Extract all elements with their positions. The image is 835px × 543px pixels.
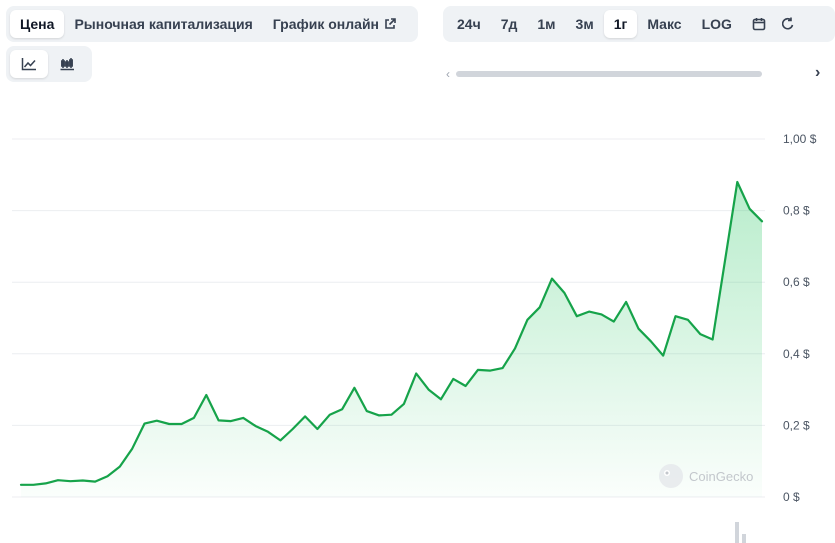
y-tick-label: 1,00 $: [783, 132, 817, 146]
chart-scrollbar[interactable]: ‹: [446, 66, 764, 82]
range-1y[interactable]: 1г: [603, 10, 638, 38]
range-3m[interactable]: 3м: [566, 10, 604, 38]
external-link-icon: [384, 18, 396, 30]
y-tick-label: 0,8 $: [783, 204, 810, 218]
range-1m[interactable]: 1м: [527, 10, 565, 38]
tab-price-label: Цена: [20, 16, 55, 32]
scrollbar-thumb[interactable]: [456, 71, 762, 77]
line-chart-button[interactable]: [10, 50, 48, 78]
chevron-right-icon[interactable]: ›: [815, 64, 820, 82]
chart-type-toggle: [6, 46, 92, 82]
range-7d[interactable]: 7д: [491, 10, 528, 38]
tab-live-chart[interactable]: График онлайн: [263, 10, 406, 38]
volume-bar-hint: [735, 522, 746, 543]
candlestick-chart-icon: [59, 57, 75, 71]
y-tick-label: 0,2 $: [783, 418, 810, 432]
range-tabs: 24ч 7д 1м 3м 1г Макс LOG: [443, 6, 835, 42]
coingecko-logo-icon: [659, 464, 683, 488]
range-1y-label: 1г: [613, 16, 628, 32]
range-max-label: Макс: [647, 16, 682, 32]
line-chart-icon: [21, 57, 37, 71]
y-tick-label: 0,4 $: [783, 347, 810, 361]
range-24h-label: 24ч: [457, 16, 481, 32]
range-24h[interactable]: 24ч: [447, 10, 491, 38]
y-tick-label: 0,6 $: [783, 275, 810, 289]
range-1m-label: 1м: [537, 16, 556, 32]
chevron-left-icon[interactable]: ‹: [446, 66, 450, 82]
range-7d-label: 7д: [500, 16, 518, 32]
candlestick-chart-button[interactable]: [48, 50, 86, 78]
y-tick-label: 0 $: [783, 490, 800, 504]
metric-tabs: Цена Рыночная капитализация График онлай…: [6, 6, 418, 42]
tab-live-chart-label: График онлайн: [272, 16, 380, 32]
watermark-text: CoinGecko: [689, 469, 753, 484]
log-toggle-label: LOG: [701, 16, 732, 32]
calendar-button[interactable]: [742, 10, 776, 38]
reset-zoom-button[interactable]: [776, 10, 800, 38]
reset-icon: [781, 17, 794, 31]
tab-market-cap[interactable]: Рыночная капитализация: [64, 10, 262, 38]
calendar-icon: [752, 17, 766, 31]
y-axis-labels: 0 $ 0,2 $ 0,4 $ 0,6 $ 0,8 $ 1,00 $: [783, 132, 817, 504]
range-3m-label: 3м: [575, 16, 594, 32]
range-max[interactable]: Макс: [637, 10, 691, 38]
log-toggle[interactable]: LOG: [692, 10, 742, 38]
tab-price[interactable]: Цена: [10, 10, 65, 38]
tab-market-cap-label: Рыночная капитализация: [74, 16, 253, 32]
